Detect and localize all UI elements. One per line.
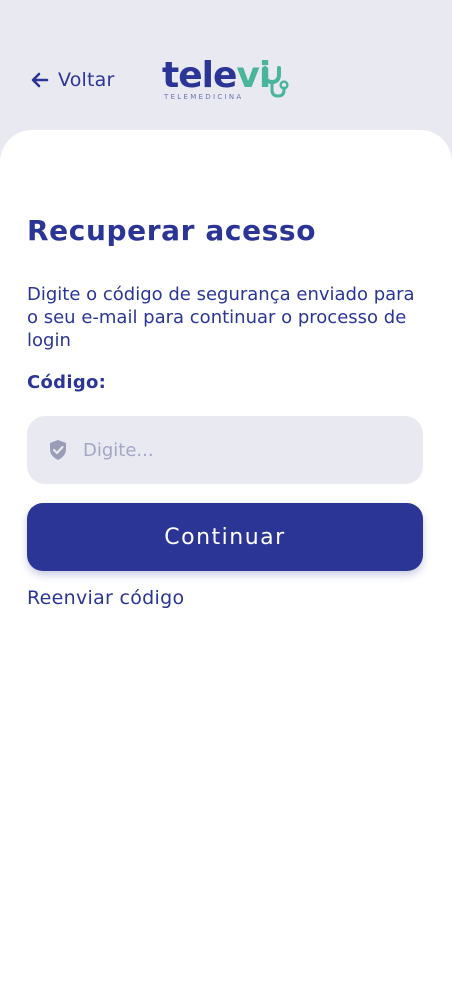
televi-logo: televi TELEMEDICINA: [162, 58, 292, 104]
resend-code-link[interactable]: Reenviar código: [27, 587, 184, 609]
arrow-left-icon: [30, 70, 50, 90]
stethoscope-icon: [263, 66, 289, 98]
logo-subtitle: TELEMEDICINA: [164, 93, 244, 101]
continue-button[interactable]: Continuar: [27, 503, 423, 571]
page-title: Recuperar acesso: [27, 214, 317, 247]
logo-word-main: tele: [162, 55, 237, 96]
logo-wordmark: televi: [162, 55, 271, 96]
instructions-text: Digite o código de segurança enviado par…: [27, 284, 415, 351]
back-label: Voltar: [58, 69, 115, 91]
shield-check-icon: [47, 439, 69, 461]
code-label: Código:: [27, 372, 107, 393]
back-button[interactable]: Voltar: [30, 66, 115, 94]
code-field[interactable]: [27, 416, 423, 484]
code-input[interactable]: [81, 438, 385, 462]
